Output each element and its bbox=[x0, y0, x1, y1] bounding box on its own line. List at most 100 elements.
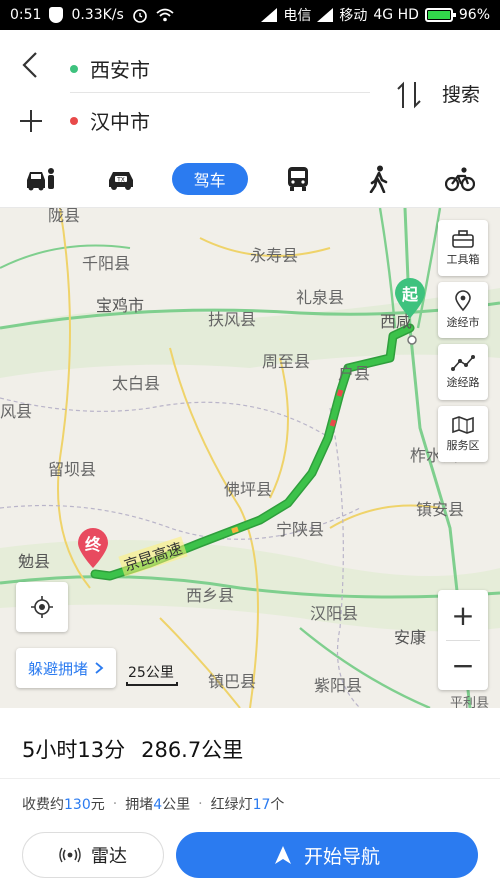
status-bar: 0:51 0.33K/s 电信 移动 4G HD 96% bbox=[0, 0, 500, 30]
zoom-controls: + − bbox=[438, 590, 488, 690]
locate-icon bbox=[31, 596, 53, 618]
map-place: 汉阳县 bbox=[310, 604, 359, 623]
map-place: 千阳县 bbox=[82, 254, 131, 273]
zoom-in-button[interactable]: + bbox=[438, 590, 488, 640]
map-place: 镇巴县 bbox=[208, 672, 257, 691]
route-summary-main: 5小时13分 286.7公里 bbox=[22, 734, 243, 764]
route-duration: 5小时13分 bbox=[22, 738, 126, 762]
carrier-1: 电信 bbox=[283, 8, 312, 24]
map-place: 风县 bbox=[0, 402, 33, 421]
network-speed: 0.33K/s bbox=[71, 7, 124, 23]
search-button[interactable]: 搜索 bbox=[442, 80, 480, 107]
map-place: 礼泉县 bbox=[296, 288, 345, 307]
network-type: 4G HD bbox=[373, 7, 419, 23]
toolbox-label: 工具箱 bbox=[446, 253, 480, 266]
service-area-icon bbox=[452, 416, 474, 434]
mode-bus[interactable] bbox=[268, 161, 328, 197]
map-place: 太白县 bbox=[112, 374, 161, 393]
map-place: 镇安县 bbox=[416, 500, 465, 519]
via-road-label: 途经路 bbox=[446, 376, 480, 389]
map-place: 安康 bbox=[394, 628, 427, 647]
stop-divider bbox=[70, 92, 370, 93]
start-marker[interactable]: 起 bbox=[393, 276, 427, 320]
route-points-icon bbox=[451, 355, 475, 371]
service-area-button[interactable]: 服务区 bbox=[438, 406, 488, 462]
avoid-congestion-label: 躲避拥堵 bbox=[28, 659, 89, 678]
transport-modes: TX 驾车 bbox=[0, 150, 500, 208]
traffic-lights-info: 红绿灯17个 bbox=[210, 797, 285, 813]
map-place: 宁陕县 bbox=[276, 520, 325, 539]
summary-divider bbox=[0, 778, 500, 779]
battery-level: 96% bbox=[458, 7, 490, 23]
congestion-info: 拥堵4公里 bbox=[125, 797, 191, 813]
toolbox-icon bbox=[452, 230, 474, 248]
map-view[interactable]: 陇县 千阳县 永寿县 宝鸡市 礼泉县 西咸 扶风县 周至县 户县 太白县 风县 … bbox=[0, 208, 500, 708]
avoid-congestion-button[interactable]: 躲避拥堵 bbox=[16, 648, 117, 688]
radar-button[interactable]: 雷达 bbox=[22, 832, 164, 878]
origin-label: 西安市 bbox=[90, 58, 150, 82]
chevron-right-icon bbox=[95, 662, 104, 674]
origin-dot bbox=[70, 64, 78, 73]
map-place: 周至县 bbox=[262, 352, 311, 371]
navigation-arrow-icon bbox=[274, 846, 291, 864]
battery-icon bbox=[424, 8, 456, 22]
radar-label: 雷达 bbox=[91, 846, 127, 867]
via-road-button[interactable]: 途经路 bbox=[438, 344, 488, 400]
shield-icon bbox=[49, 7, 64, 23]
svg-text:TX: TX bbox=[116, 176, 125, 183]
mode-taxi[interactable]: TX bbox=[91, 161, 151, 197]
location-pin-icon bbox=[455, 290, 471, 312]
add-stop-icon[interactable] bbox=[18, 108, 44, 134]
start-navigation-label: 开始导航 bbox=[303, 845, 380, 868]
car-person-icon bbox=[27, 167, 55, 190]
map-place: 西乡县 bbox=[186, 586, 235, 605]
mode-taxi-hail[interactable] bbox=[10, 161, 70, 197]
map-place: 佛坪县 bbox=[224, 480, 273, 499]
map-place: 紫阳县 bbox=[314, 676, 363, 695]
route-summary: 5小时13分 286.7公里 收费约130元 · 拥堵4公里 · 红绿灯17个 … bbox=[0, 708, 500, 889]
walk-icon bbox=[369, 165, 388, 193]
end-marker-label: 终 bbox=[84, 535, 101, 554]
mode-drive[interactable]: 驾车 bbox=[171, 162, 248, 195]
signal-icon bbox=[261, 8, 278, 22]
service-area-label: 服务区 bbox=[446, 439, 480, 452]
locate-button[interactable] bbox=[16, 582, 68, 632]
swap-icon[interactable] bbox=[395, 78, 423, 112]
map-place: 永寿县 bbox=[250, 246, 299, 265]
start-marker-label: 起 bbox=[401, 285, 418, 304]
via-city-button[interactable]: 途经市 bbox=[438, 282, 488, 338]
taxi-icon: TX bbox=[108, 171, 133, 190]
start-navigation-button[interactable]: 开始导航 bbox=[176, 832, 478, 878]
route-details: 收费约130元 · 拥堵4公里 · 红绿灯17个 bbox=[22, 794, 284, 814]
destination-dot bbox=[70, 116, 78, 125]
toll-info: 收费约130元 bbox=[22, 797, 105, 813]
detail-separator: · bbox=[112, 796, 118, 812]
route-distance: 286.7公里 bbox=[141, 738, 244, 762]
alarm-icon bbox=[133, 9, 147, 23]
carrier-2: 移动 bbox=[339, 8, 368, 24]
mode-walk[interactable] bbox=[349, 161, 409, 197]
detail-separator: · bbox=[198, 796, 203, 812]
signal-icon bbox=[317, 8, 334, 22]
map-place: 陇县 bbox=[48, 208, 81, 225]
zoom-out-button[interactable]: − bbox=[438, 640, 488, 690]
map-scale-bar bbox=[126, 682, 178, 686]
bike-icon bbox=[444, 166, 475, 191]
map-place: 留坝县 bbox=[48, 460, 97, 479]
end-marker[interactable]: 终 bbox=[76, 526, 110, 570]
map-place: 勉县 bbox=[18, 552, 51, 571]
map-place: 宝鸡市 bbox=[96, 296, 145, 315]
mode-drive-label: 驾车 bbox=[193, 170, 226, 190]
bus-icon bbox=[288, 166, 309, 191]
via-city-label: 途经市 bbox=[446, 316, 480, 329]
radar-icon bbox=[59, 847, 81, 863]
back-icon[interactable] bbox=[18, 50, 44, 80]
map-place: 扶风县 bbox=[208, 310, 257, 329]
destination-field[interactable]: 汉中市 bbox=[70, 106, 150, 135]
toolbox-button[interactable]: 工具箱 bbox=[438, 220, 488, 276]
origin-field[interactable]: 西安市 bbox=[70, 54, 150, 83]
mode-bike[interactable] bbox=[430, 161, 490, 197]
destination-label: 汉中市 bbox=[90, 110, 150, 134]
map-scale-label: 25公里 bbox=[128, 665, 174, 681]
map-place: 户县 bbox=[338, 364, 371, 383]
